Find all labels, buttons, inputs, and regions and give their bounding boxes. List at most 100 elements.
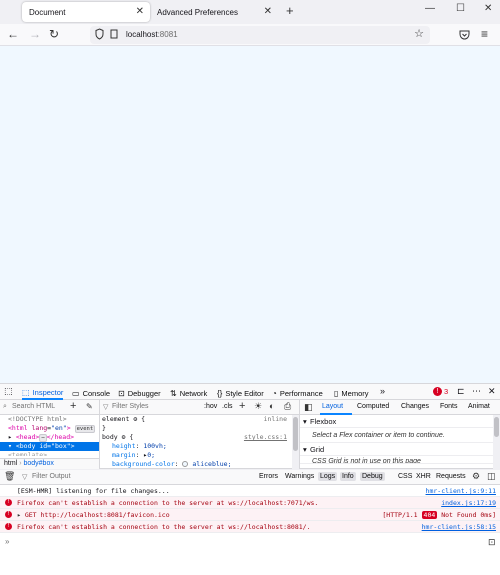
filter-info[interactable]: Info [340, 472, 356, 481]
html-node[interactable]: <html lang="en"> event [0, 424, 99, 433]
element-picker-icon[interactable]: ⬚ [4, 386, 13, 397]
body-rule-source[interactable]: style.css:1 [244, 433, 287, 442]
body-rule[interactable]: body ⚙ {style.css:1 [100, 433, 299, 442]
editor-mode-icon[interactable]: ⊡ [488, 537, 496, 548]
breadcrumb-body[interactable]: body#box [23, 460, 53, 467]
declaration-margin[interactable]: margin: ▸0; [100, 451, 299, 460]
devtools-toolbar: ⬚ ⬚ Inspector ▭ Console ⊡ Debugger ⇅ Network… [0, 383, 500, 400]
console-error[interactable]: ! ▸ GET http://localhost:8081/favicon.ic… [0, 509, 500, 521]
tool-tab-memory[interactable]: ▯ Memory [334, 386, 369, 400]
tracking-protection-icon[interactable] [95, 28, 104, 40]
hov-toggle[interactable]: :hov [204, 403, 217, 410]
truncated-node[interactable]: <template> [0, 451, 99, 456]
reload-icon[interactable]: ↻ [49, 27, 59, 41]
filter-output-input[interactable]: Filter Output [32, 473, 71, 480]
options-icon[interactable]: ⋯ [472, 386, 481, 397]
filter-xhr[interactable]: XHR [414, 472, 433, 481]
flexbox-hint: Select a Flex container or item to conti… [300, 428, 500, 443]
color-swatch[interactable] [182, 461, 189, 467]
filter-icon: ▽ [22, 474, 28, 481]
eyedropper-icon[interactable]: ✎ [86, 402, 93, 411]
back-icon[interactable]: ← [7, 27, 19, 41]
tool-tab-style-editor[interactable]: {} Style Editor [217, 386, 264, 400]
page-info-icon[interactable] [110, 29, 118, 39]
dark-scheme-icon[interactable]: ◐ [269, 401, 274, 411]
tool-tab-console[interactable]: ▭ Console [72, 386, 110, 400]
dock-icon[interactable]: ⊏ [457, 386, 465, 397]
tool-tab-performance[interactable]: ◔ Performance [272, 386, 323, 400]
filter-warnings[interactable]: Warnings [283, 472, 316, 481]
add-rule-icon[interactable]: + [239, 400, 245, 412]
expand-chevron-icon[interactable]: ▸ [17, 511, 21, 519]
tab-layout[interactable]: Layout [322, 403, 343, 410]
message-location[interactable]: hmr-client.js:9:11 [426, 485, 496, 497]
tool-tab-inspector[interactable]: ⬚ Inspector [22, 386, 64, 400]
toggle-pane-icon[interactable]: ◧ [304, 402, 313, 413]
breadcrumb: html › body#box [0, 458, 99, 469]
performance-icon: ◔ [272, 388, 277, 398]
close-devtools-icon[interactable]: ✕ [488, 386, 496, 397]
maximize-icon[interactable]: ☐ [456, 3, 465, 14]
tab-advanced-preferences[interactable]: Advanced Preferences ✕ [150, 2, 278, 22]
pocket-icon[interactable] [459, 30, 470, 40]
error-icon: ! [5, 499, 12, 506]
flexbox-section-header[interactable]: ▾ Flexbox [300, 415, 500, 428]
tab-animations[interactable]: Animat [468, 403, 490, 410]
filter-styles-input[interactable]: Filter Styles [112, 403, 149, 410]
element-rule[interactable]: element ⚙ {inline [100, 415, 299, 424]
rules-scrollbar[interactable] [292, 415, 299, 469]
message-location[interactable]: hmr-client.js:58:15 [422, 521, 496, 533]
close-tab-icon[interactable]: ✕ [264, 6, 272, 17]
filter-css[interactable]: CSS [396, 472, 414, 481]
doctype-line[interactable]: <!DOCTYPE html> [0, 415, 99, 424]
layout-scrollbar[interactable] [493, 415, 500, 469]
tab-computed[interactable]: Computed [357, 403, 389, 410]
console-error[interactable]: ! Firefox can't establish a connection t… [0, 497, 500, 509]
console-error[interactable]: ! Firefox can't establish a connection t… [0, 521, 500, 533]
new-tab-icon[interactable]: + [286, 3, 294, 18]
url-bar[interactable]: localhost:8081 ☆ [90, 26, 430, 44]
close-tab-icon[interactable]: ✕ [136, 6, 144, 17]
forward-icon[interactable]: → [29, 27, 41, 41]
bookmark-star-icon[interactable]: ☆ [414, 27, 424, 40]
event-badge[interactable]: event [74, 425, 96, 433]
tool-tab-debugger[interactable]: ⊡ Debugger [118, 386, 161, 400]
chevron-down-icon: ▾ [303, 417, 307, 426]
breadcrumb-html[interactable]: html [4, 460, 17, 467]
tab-fonts[interactable]: Fonts [440, 403, 458, 410]
url-text[interactable]: localhost:8081 [126, 30, 178, 39]
declaration-background-color[interactable]: background-color: aliceblue; [100, 460, 299, 469]
tool-tab-network[interactable]: ⇅ Network [170, 386, 207, 400]
element-rule-close: } [102, 424, 106, 432]
filter-icon: ▽ [103, 404, 109, 411]
error-count-badge[interactable]: ! 3 [433, 387, 448, 396]
grid-section-header[interactable]: ▾ Grid [300, 443, 500, 456]
body-node[interactable]: ▾ <body id="box"> [0, 442, 99, 451]
markup-search[interactable]: ⌕ Search HTML + ✎ [0, 400, 99, 415]
trash-icon[interactable]: 🗑 [4, 471, 15, 482]
light-scheme-icon[interactable]: ☀ [254, 401, 262, 412]
sidebar-toggle-icon[interactable]: ◫ [487, 471, 496, 482]
console-message[interactable]: [ESM-HMR] listening for file changes... … [0, 485, 500, 497]
search-input[interactable]: Search HTML [12, 403, 55, 410]
message-location[interactable]: index.js:17:19 [441, 497, 496, 509]
print-icon[interactable]: ⎙ [284, 401, 291, 412]
console-settings-icon[interactable]: ⚙ [472, 471, 480, 482]
filter-logs[interactable]: Logs [318, 472, 338, 481]
more-tools-icon[interactable]: » [380, 386, 385, 396]
tab-document[interactable]: Document ✕ [22, 2, 150, 22]
error-icon: ! [433, 387, 442, 396]
filter-requests[interactable]: Requests [434, 472, 468, 481]
cls-toggle[interactable]: .cls [222, 403, 233, 410]
minimize-icon[interactable]: — [425, 3, 435, 14]
page-content [0, 46, 500, 383]
head-node[interactable]: ▸ <head> ⋯ </head> [0, 433, 99, 442]
menu-icon[interactable]: ≡ [481, 27, 488, 41]
tab-changes[interactable]: Changes [401, 403, 429, 410]
declaration-height[interactable]: height: 100vh; [100, 442, 299, 451]
console-prompt-icon[interactable]: » [5, 537, 9, 546]
close-window-icon[interactable]: ✕ [484, 3, 492, 14]
add-node-icon[interactable]: + [70, 400, 76, 412]
filter-debug[interactable]: Debug [360, 472, 385, 481]
filter-errors[interactable]: Errors [257, 472, 280, 481]
